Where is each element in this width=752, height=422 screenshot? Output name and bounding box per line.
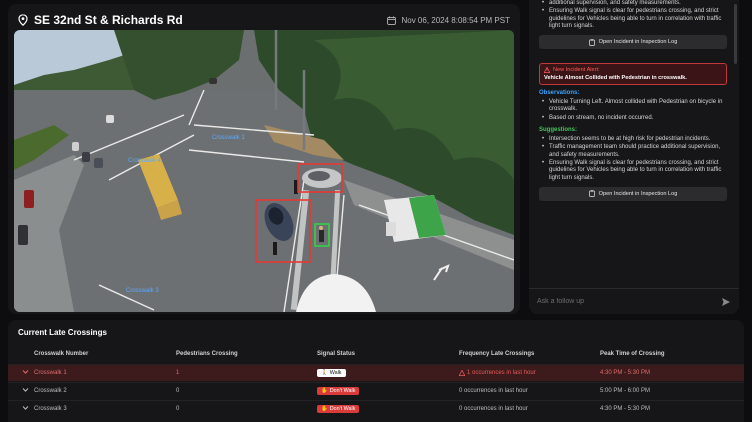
location-pin-icon [18,14,28,26]
followup-input[interactable] [537,298,707,305]
crosswalk-label-4: Crosswalk 4 [128,158,161,164]
location-title: SE 32nd St & Richards Rd [34,13,183,27]
table-title: Current Late Crossings [18,328,107,337]
pedestrians-count: 1 [176,370,180,376]
open-incident-label: Open Incident in Inspection Log [598,39,678,46]
list-item: Ensuring Walk signal is clear for pedest… [539,160,729,182]
list-item: Traffic management team should practice … [539,144,729,159]
alert-title-text: New Incident Alert: [553,67,600,74]
camera-panel: SE 32nd St & Richards Rd Nov 06, 2024 8:… [8,4,520,314]
column-header[interactable]: Signal Status [317,351,355,357]
column-header[interactable]: Pedestrians Crossing [176,351,238,357]
status-badge: ✋ Don't Walk [317,405,360,413]
chevron-down-icon[interactable] [22,406,29,413]
late-crossings-panel: Current Late Crossings Crosswalk Number … [8,320,744,422]
open-incident-label: Open Incident in Inspection Log [598,190,678,197]
status-badge: ✋ Don't Walk [317,387,360,395]
silver-car [302,168,342,188]
alert-message: Vehicle Almost Collided with Pedestrian … [544,75,687,82]
list-item: Based on stream, no incident occurred. [539,115,729,123]
open-incident-button-2[interactable]: Open Incident in Inspection Log [539,186,727,201]
column-header[interactable]: Peak Time of Crossing [600,351,665,357]
frequency: 0 occurrences in last hour [459,388,528,394]
followup-bar [529,288,739,314]
camera-header: SE 32nd St & Richards Rd Nov 06, 2024 8:… [18,10,510,30]
peak-time: 4:30 PM - 5:30 PM [600,406,651,412]
list-item: Vehicle Turning Left. Almost collided wi… [539,99,729,114]
peak-time: 4:30 PM - 5:30 PM [600,370,651,376]
camera-feed[interactable]: Crosswalk 1 Crosswalk 4 Crosswalk 3 [14,30,514,312]
signal-status: ✋ Don't Walk [317,405,360,413]
suggestions-title: Suggestions: [539,127,578,134]
open-incident-button-1[interactable]: Open Incident in Inspection Log [539,35,727,50]
warning-icon [459,370,465,376]
status-badge: 🚶 Walk [317,369,346,377]
clipboard-icon [588,190,595,198]
chevron-down-icon[interactable] [22,370,29,377]
crosswalk-label-1: Crosswalk 1 [212,135,245,141]
frequency-text: 1 occurrences in last hour [467,370,536,376]
pedestrians-count: 0 [176,406,180,412]
signal-status: ✋ Don't Walk [317,387,360,395]
observations-list: Vehicle Turning Left. Almost collided wi… [539,99,729,122]
column-header[interactable]: Crosswalk Number [34,351,88,357]
alert-title: New Incident Alert: [544,67,722,73]
incident-alert: New Incident Alert: Vehicle Almost Colli… [539,63,727,86]
crosswalk-number: Crosswalk 2 [34,388,67,394]
status-badge-label: Walk [329,370,342,376]
signal-status: 🚶 Walk [317,369,346,377]
location: SE 32nd St & Richards Rd [18,13,183,27]
frequency: 0 occurrences in last hour [459,406,528,412]
frequency: 1 occurrences in last hour [459,370,536,376]
clipboard-icon [588,38,595,46]
status-badge-label: Don't Walk [329,388,356,394]
crosswalk-number: Crosswalk 3 [34,406,67,412]
chat-panel: additional supervision, and safety measu… [529,0,739,314]
table-row[interactable]: Crosswalk 2 0 ✋ Don't Walk 0 occurrences… [8,382,744,399]
table-header: Crosswalk Number Pedestrians Crossing Si… [8,347,744,361]
table-row[interactable]: Crosswalk 1 1 🚶 Walk 1 occurrences in la… [8,364,744,381]
previous-bullets: additional supervision, and safety measu… [539,0,729,30]
hand-stop-icon: ✋ [321,406,328,412]
walking-person-icon: 🚶 [321,370,328,376]
list-item: Intersection seems to be at high risk fo… [539,136,729,144]
warning-icon [544,67,550,74]
crosswalk-number: Crosswalk 1 [34,370,67,376]
chat-messages[interactable]: additional supervision, and safety measu… [529,0,739,282]
list-item: additional supervision, and safety measu… [539,0,729,8]
suggestions-list: Intersection seems to be at high risk fo… [539,136,729,182]
chevron-down-icon[interactable] [22,388,29,395]
list-item: Ensuring Walk signal is clear for pedest… [539,8,729,30]
calendar-icon [387,15,397,25]
crosswalk-label-3: Crosswalk 3 [126,288,159,294]
pedestrians-count: 0 [176,388,180,394]
send-icon[interactable] [721,297,731,307]
table-row[interactable]: Crosswalk 3 0 ✋ Don't Walk 0 occurrences… [8,400,744,417]
status-badge-label: Don't Walk [329,406,356,412]
observations-title: Observations: [539,90,580,97]
hand-stop-icon: ✋ [321,388,328,394]
timestamp-text: Nov 06, 2024 8:08:54 PM PST [401,15,510,25]
timestamp: Nov 06, 2024 8:08:54 PM PST [387,16,510,25]
peak-time: 5:00 PM - 6:00 PM [600,388,651,394]
column-header[interactable]: Frequency Late Crossings [459,351,534,357]
